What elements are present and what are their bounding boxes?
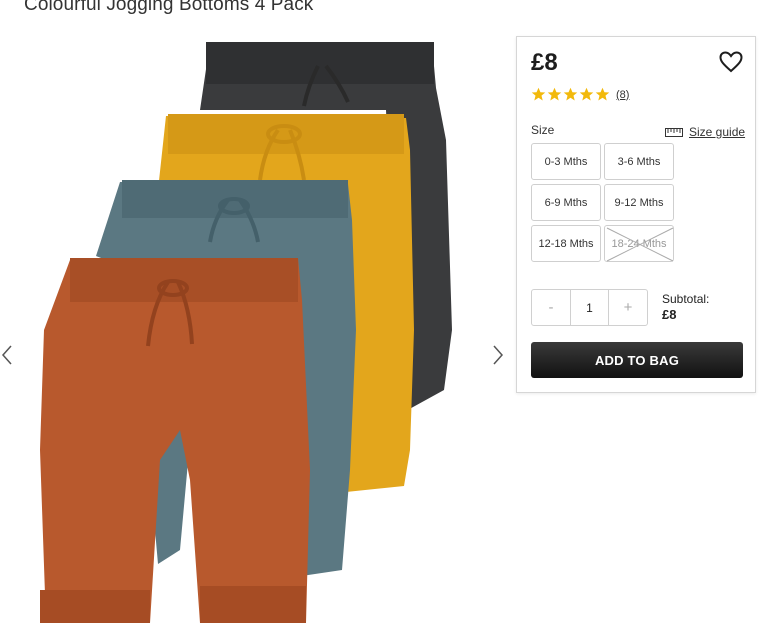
ruler-icon [665,127,683,137]
size-option[interactable]: 18-24 Mths [604,225,674,262]
star-icon [547,87,562,101]
review-count-link[interactable]: (8) [616,89,629,101]
star-rating: (8) [531,87,629,102]
heart-outline-icon[interactable] [719,51,743,73]
star-icon [563,87,578,101]
chevron-left-icon[interactable] [0,340,16,370]
size-option[interactable]: 9-12 Mths [604,184,674,221]
product-image [40,42,452,623]
quantity-input[interactable]: 1 [570,290,609,325]
size-guide-link[interactable]: Size guide [665,125,745,139]
product-price: £8 [531,49,558,76]
quantity-decrease-button[interactable]: - [532,290,570,325]
star-icon [595,87,610,101]
chevron-right-icon[interactable] [490,340,506,370]
size-option[interactable]: 12-18 Mths [531,225,601,262]
size-option[interactable]: 6-9 Mths [531,184,601,221]
add-to-bag-button[interactable]: ADD TO BAG [531,342,743,378]
product-title: Colourful Jogging Bottoms 4 Pack [24,0,314,15]
star-icon [531,87,546,101]
quantity-stepper: - 1 + [531,289,648,326]
subtotal-label: Subtotal: [662,292,710,306]
size-option[interactable]: 0-3 Mths [531,143,601,180]
unavailable-strike-icon [606,227,674,262]
size-option[interactable]: 3-6 Mths [604,143,674,180]
star-icon [579,87,594,101]
size-label: Size [531,123,555,137]
stars [531,87,610,102]
purchase-panel: £8 (8) Size Size guide 0-3 Mths 3-6 Mths 6… [516,36,756,393]
subtotal: Subtotal: £8 [662,291,709,323]
product-gallery [0,30,512,623]
subtotal-value: £8 [662,307,677,322]
quantity-increase-button[interactable]: + [609,290,647,325]
size-guide-label: Size guide [689,125,746,139]
